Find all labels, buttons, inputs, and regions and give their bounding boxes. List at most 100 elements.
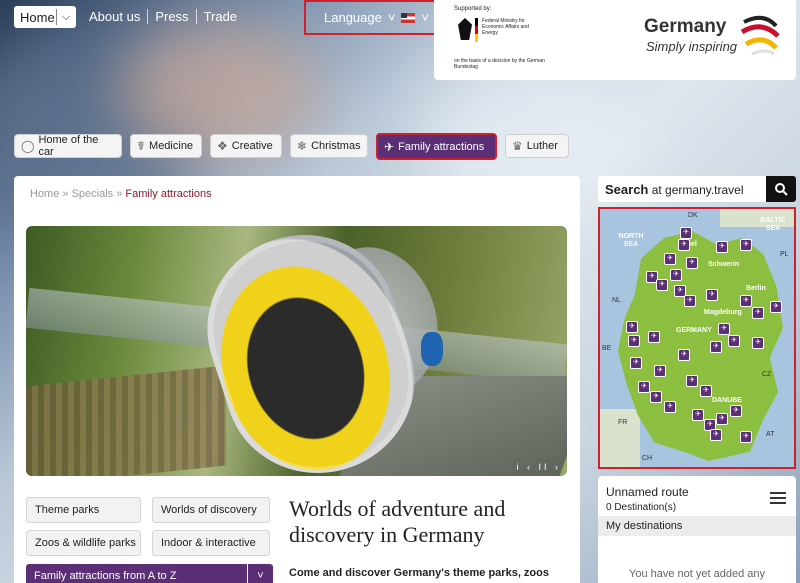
map-label-nl: NL — [612, 297, 621, 304]
map-label-be: BE — [602, 345, 612, 352]
tab-label: Luther — [526, 140, 558, 152]
luther-icon: ♛ — [512, 139, 523, 153]
supported-by-text: Supported by: — [454, 6, 492, 12]
hero-image[interactable]: i ‹ II › — [26, 226, 567, 476]
route-title[interactable]: Unnamed route — [606, 485, 689, 499]
germany-swirl-logo-icon[interactable] — [736, 12, 782, 58]
map-pin[interactable]: ✈ — [664, 401, 676, 413]
route-panel: Unnamed route 0 Destination(s) My destin… — [598, 476, 796, 583]
tab-label: Home of the car — [38, 134, 99, 158]
map-pin[interactable]: ✈ — [656, 279, 668, 291]
map-pin[interactable]: ✈ — [680, 227, 692, 239]
map-pin[interactable]: ✈ — [710, 429, 722, 441]
breadcrumb-separator: » — [116, 188, 123, 200]
zoos-wildlife-parks-button[interactable]: Zoos & wildlife parks — [26, 530, 141, 556]
germany-map[interactable]: DK NORTH SEA BALTIC SEA Kiel Schwerin PL… — [598, 207, 796, 469]
bundestag-text: on the basis of a decision by the German… — [454, 58, 545, 70]
map-pin[interactable]: ✈ — [670, 269, 682, 281]
tab-creative[interactable]: ❖ Creative — [210, 134, 282, 158]
trade-link[interactable]: Trade — [195, 9, 244, 24]
search-icon — [775, 183, 788, 196]
map-pin[interactable]: ✈ — [648, 331, 660, 343]
map-pin[interactable]: ✈ — [686, 375, 698, 387]
attractions-a-to-z-dropdown[interactable]: Family attractions from A to Z ˅ — [26, 564, 273, 583]
german-flag-icon — [475, 18, 478, 42]
christmas-icon: ❄ — [297, 139, 308, 153]
map-pin[interactable]: ✈ — [630, 357, 642, 369]
brand-name[interactable]: Germany — [644, 16, 726, 38]
map-pin[interactable]: ✈ — [700, 385, 712, 397]
map-label-dk: DK — [688, 212, 698, 219]
search-rest-label: at germany.travel — [648, 182, 744, 197]
map-pin[interactable]: ✈ — [686, 257, 698, 269]
map-pin[interactable]: ✈ — [678, 349, 690, 361]
map-label-berlin: Berlin — [746, 285, 766, 292]
about-us-link[interactable]: About us — [82, 9, 147, 24]
map-pin[interactable]: ✈ — [716, 413, 728, 425]
map-pin[interactable]: ✈ — [678, 239, 690, 251]
sponsor-panel: Supported by: Federal Ministry for Econo… — [434, 0, 796, 80]
chevron-down-icon: ˅ — [247, 564, 273, 583]
map-label-at: AT — [766, 431, 775, 438]
map-pin[interactable]: ✈ — [716, 241, 728, 253]
steering-wheel-icon: ◯ — [21, 139, 35, 153]
tab-christmas[interactable]: ❄ Christmas — [290, 134, 368, 158]
chevron-down-icon: ˅ — [421, 10, 430, 25]
language-selector[interactable]: Language ˅ ˅ — [304, 0, 436, 35]
map-pin[interactable]: ✈ — [710, 341, 722, 353]
home-dropdown[interactable]: Home ⌵ — [14, 6, 76, 28]
map-pin[interactable]: ✈ — [728, 335, 740, 347]
ministry-text: Federal Ministry for Economic Affairs an… — [482, 18, 529, 36]
tab-family-attractions[interactable]: ✈ Family attractions — [376, 133, 497, 160]
chevron-down-icon[interactable]: ⌵ — [57, 11, 75, 24]
tab-home-of-the-car[interactable]: ◯ Home of the car — [14, 134, 122, 158]
map-pin[interactable]: ✈ — [740, 239, 752, 251]
search-input[interactable]: Search at germany.travel — [598, 182, 766, 197]
breadcrumb-separator: » — [62, 188, 69, 200]
search-button[interactable] — [766, 176, 796, 202]
tab-medicine[interactable]: ☤ Medicine — [130, 134, 202, 158]
indoor-interactive-button[interactable]: Indoor & interactive — [152, 530, 270, 556]
map-pin[interactable]: ✈ — [752, 337, 764, 349]
map-pin[interactable]: ✈ — [740, 431, 752, 443]
breadcrumb-home[interactable]: Home — [30, 188, 59, 200]
us-flag-icon — [401, 12, 416, 23]
language-label: Language — [324, 10, 382, 25]
map-pin[interactable]: ✈ — [718, 323, 730, 335]
map-label-cz: CZ — [762, 371, 772, 378]
map-pin[interactable]: ✈ — [664, 253, 676, 265]
slideshow-controls[interactable]: i ‹ II › — [517, 462, 562, 472]
theme-parks-button[interactable]: Theme parks — [26, 497, 141, 523]
home-label: Home — [20, 9, 55, 25]
map-label-danube: DANUBE — [712, 397, 742, 404]
press-link[interactable]: Press — [147, 9, 195, 24]
map-pin[interactable]: ✈ — [740, 295, 752, 307]
breadcrumb-specials[interactable]: Specials — [72, 188, 114, 200]
map-label-magdeburg: Magdeburg — [704, 309, 742, 316]
worlds-of-discovery-button[interactable]: Worlds of discovery — [152, 497, 270, 523]
map-pin[interactable]: ✈ — [730, 405, 742, 417]
site-search[interactable]: Search at germany.travel — [598, 176, 796, 202]
map-pin[interactable]: ✈ — [692, 409, 704, 421]
brand-tagline: Simply inspiring — [646, 39, 738, 54]
map-pin[interactable]: ✈ — [706, 289, 718, 301]
main-content: Home » Specials » Family attractions i ‹… — [14, 176, 580, 583]
map-pin[interactable]: ✈ — [770, 301, 782, 313]
map-pin[interactable]: ✈ — [628, 335, 640, 347]
map-pin[interactable]: ✈ — [638, 381, 650, 393]
map-pin[interactable]: ✈ — [684, 295, 696, 307]
map-label-pl: PL — [780, 251, 789, 258]
caduceus-icon: ☤ — [137, 139, 146, 153]
map-pin[interactable]: ✈ — [654, 365, 666, 377]
map-pin[interactable]: ✈ — [752, 307, 764, 319]
map-label-ch: CH — [642, 455, 653, 462]
map-label-fr: FR — [618, 419, 628, 426]
hamburger-menu-icon[interactable] — [770, 492, 786, 507]
map-pin[interactable]: ✈ — [626, 321, 638, 333]
creative-icon: ❖ — [217, 139, 228, 153]
map-label-baltic-sea: BALTIC SEA — [760, 217, 786, 232]
map-label-north-sea: NORTH SEA — [618, 233, 644, 248]
map-pin[interactable]: ✈ — [650, 391, 662, 403]
tab-luther[interactable]: ♛ Luther — [505, 134, 569, 158]
map-label-germany: GERMANY — [676, 327, 712, 334]
